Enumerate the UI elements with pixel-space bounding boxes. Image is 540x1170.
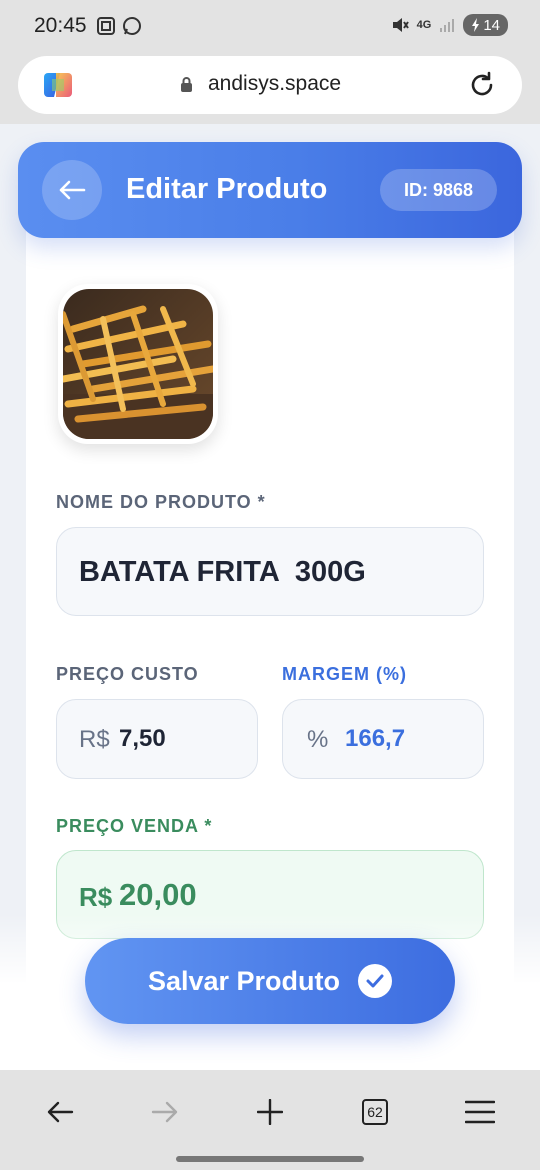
back-button[interactable] (42, 160, 102, 220)
charging-icon (472, 18, 480, 32)
browser-bottom-nav: 62 (0, 1070, 540, 1170)
battery-level: 14 (483, 16, 500, 34)
status-time: 20:45 (34, 14, 87, 37)
url-text[interactable]: andisys.space (208, 72, 341, 96)
product-name-label: NOME DO PRODUTO * (56, 492, 266, 512)
battery-indicator: 14 (463, 14, 508, 36)
status-bar: 20:45 4G 14 (0, 0, 540, 52)
product-image[interactable] (58, 284, 218, 444)
new-tab-button[interactable] (250, 1092, 290, 1132)
page-header: Editar Produto ID: 9868 (18, 142, 522, 238)
cost-price-value: 7,50 (119, 725, 166, 752)
screenshot-icon (97, 17, 115, 35)
margin-input[interactable]: % 166,7 (282, 699, 484, 779)
arrow-left-icon (47, 1101, 74, 1123)
status-system-icons: 4G 14 (391, 14, 508, 36)
page-content: Editar Produto ID: 9868 NOME DO PRODUTO … (0, 124, 540, 1070)
save-product-button[interactable]: Salvar Produto (85, 938, 455, 1024)
sale-price-label: PREÇO VENDA * (56, 816, 213, 836)
lock-icon (181, 77, 192, 92)
reload-icon[interactable] (468, 71, 496, 99)
copilot-icon[interactable] (42, 69, 74, 101)
back-nav-button[interactable] (40, 1092, 80, 1132)
margin-label: MARGEM (%) (282, 664, 407, 684)
percent-prefix: % (307, 726, 329, 753)
product-id-badge: ID: 9868 (379, 169, 497, 211)
browser-toolbar: andisys.space (0, 52, 540, 124)
home-indicator[interactable] (176, 1156, 364, 1162)
page-title: Editar Produto (126, 173, 328, 205)
sale-currency-prefix: R$ (79, 882, 113, 912)
menu-button[interactable] (460, 1092, 500, 1132)
hamburger-menu-icon (465, 1100, 495, 1124)
arrow-right-icon (151, 1101, 178, 1123)
plus-icon (257, 1099, 283, 1125)
mute-icon (392, 18, 409, 32)
network-type: 4G (416, 19, 432, 31)
address-bar[interactable]: andisys.space (18, 56, 522, 114)
cost-currency-prefix: R$ (79, 726, 110, 753)
whatsapp-icon (123, 17, 141, 35)
check-circle-icon (358, 964, 393, 998)
signal-icon (440, 19, 455, 32)
cost-price-input[interactable]: R$ 7,50 (56, 699, 258, 779)
tab-count: 62 (362, 1099, 388, 1125)
french-fries-image (63, 289, 213, 439)
sale-price-value: 20,00 (119, 877, 197, 912)
cost-price-label: PREÇO CUSTO (56, 664, 199, 684)
arrow-left-icon (59, 180, 86, 200)
status-notification-icons (96, 16, 142, 36)
tabs-button[interactable]: 62 (355, 1092, 395, 1132)
product-name-value: BATATA FRITA 300G (79, 556, 366, 588)
save-button-label: Salvar Produto (147, 965, 341, 996)
forward-nav-button[interactable] (145, 1092, 185, 1132)
product-name-input[interactable]: BATATA FRITA 300G (56, 527, 484, 616)
margin-value: 166,7 (345, 725, 406, 752)
